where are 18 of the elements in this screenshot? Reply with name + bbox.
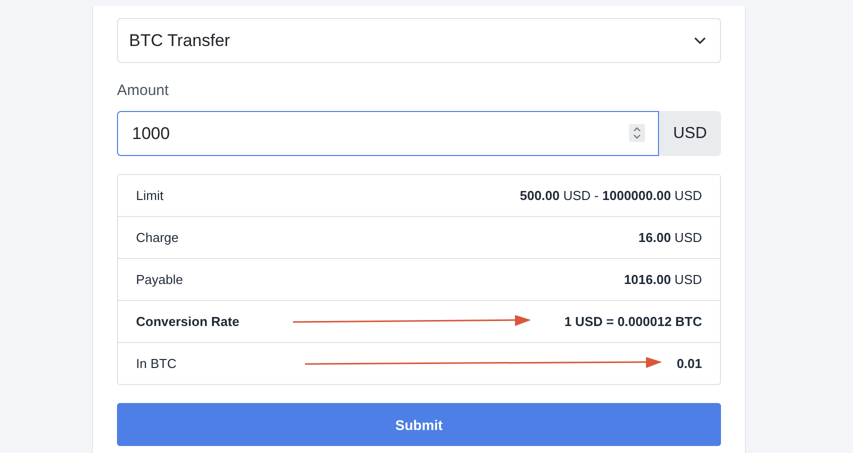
row-value: 1016.00 USD [624,272,702,287]
row-value: 16.00 USD [638,230,702,245]
row-label: In BTC [136,356,176,371]
row-value: 0.01 [676,356,702,371]
spinner-icon[interactable] [629,124,645,142]
amount-label: Amount [117,82,170,101]
method-select[interactable]: BTC Transfer [117,18,721,63]
currency-addon: USD [659,111,721,156]
row-label: Charge [136,230,179,245]
row-label: Limit [136,188,164,203]
row-label: Conversion Rate [136,314,240,329]
amount-field[interactable]: 1000 [117,111,659,156]
row-value: 500.00 USD - 1000000.00 USD [520,188,702,203]
select-value: BTC Transfer [129,30,230,50]
row-value: 1 USD = 0.000012 BTC [564,314,702,329]
submit-button[interactable]: Submit [117,403,721,446]
chevron-down-icon [694,36,706,44]
row-label: Payable [136,272,183,287]
